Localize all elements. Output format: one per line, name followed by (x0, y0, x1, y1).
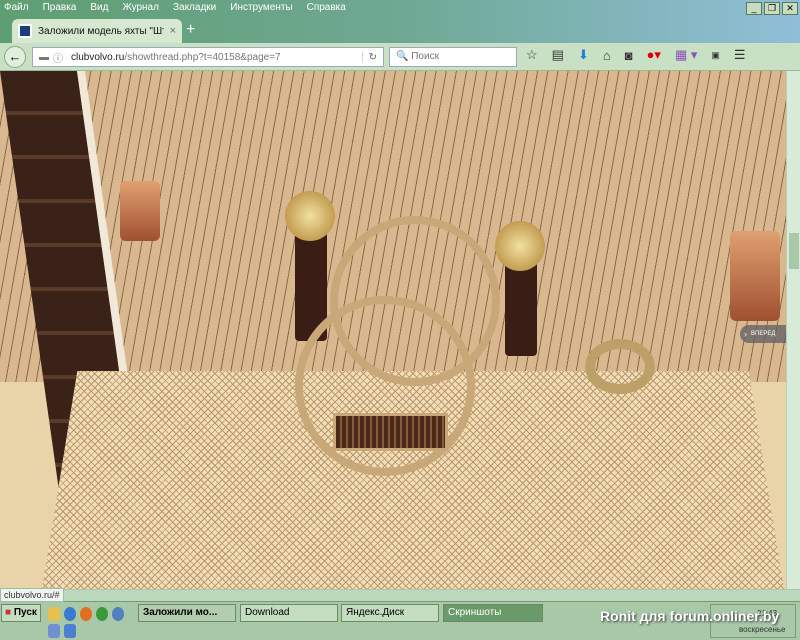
bollard-right (730, 231, 780, 321)
scrollbar-thumb[interactable] (789, 233, 799, 269)
settings-quicklaunch-icon[interactable] (64, 624, 76, 638)
bookmark-star-icon[interactable]: ☆ (526, 47, 538, 63)
tab-title: Заложили модель яхты "Шт... (38, 25, 164, 37)
reading-list-icon[interactable]: ▤ (552, 47, 564, 63)
menu-view[interactable]: Вид (90, 2, 108, 13)
tab-active[interactable]: Заложили модель яхты "Шт... × (12, 19, 182, 43)
horizontal-scrollbar[interactable] (0, 590, 800, 602)
task-screenshots[interactable]: Скриншоты (443, 604, 543, 622)
menu-help[interactable]: Справка (307, 2, 346, 13)
pocket-icon[interactable]: ◙ (625, 48, 633, 63)
forward-label: ВПЕРЕД (751, 331, 776, 337)
ie-quicklaunch-icon[interactable] (64, 607, 76, 621)
task-yandex-disk[interactable]: Яндекс.Диск (341, 604, 439, 622)
status-link: clubvolvo.ru/# (0, 588, 64, 602)
utorrent-quicklaunch-icon[interactable] (96, 607, 108, 621)
home-icon[interactable]: ⌂ (603, 48, 611, 63)
menu-tools[interactable]: Инструменты (230, 2, 292, 13)
url-bar[interactable]: ▬ ⓘ clubvolvo.ru /showthread.php?t=40158… (32, 47, 384, 67)
menu-bookmarks[interactable]: Закладки (173, 2, 216, 13)
compass-left (285, 191, 335, 241)
hatch-grate (333, 413, 448, 451)
bookmarks-folder-icon: ▬ (39, 51, 49, 63)
url-path: /showthread.php?t=40158&page=7 (124, 51, 281, 63)
menu-edit[interactable]: Правка (43, 2, 77, 13)
reload-icon[interactable]: ↻ (361, 51, 383, 63)
download-icon[interactable]: ⬇ (578, 47, 589, 63)
tab-close-icon[interactable]: × (170, 25, 176, 37)
task-firefox[interactable]: Заложили мо... (138, 604, 236, 622)
url-host: clubvolvo.ru (71, 51, 125, 63)
folder-quicklaunch-icon[interactable] (48, 607, 60, 621)
youtube-icon[interactable]: ▣ (711, 50, 720, 61)
compass-right (495, 221, 545, 271)
new-tab-button[interactable]: + (186, 21, 195, 39)
windows-logo-icon: ■ (5, 607, 12, 618)
life-ring (585, 339, 655, 394)
clock-day: воскресенье (739, 625, 786, 634)
site-favicon-icon (18, 24, 32, 38)
menu-file[interactable]: Файл (4, 2, 29, 13)
vertical-scrollbar[interactable] (786, 71, 800, 589)
menu-bar: Файл Правка Вид Журнал Закладки Инструме… (4, 2, 346, 13)
task-label: Яндекс.Диск (346, 607, 405, 618)
back-button[interactable]: ← (4, 45, 26, 68)
device-quicklaunch-icon[interactable] (48, 624, 60, 638)
menu-history[interactable]: Журнал (122, 2, 159, 13)
chevron-right-icon: › (744, 329, 747, 339)
start-label: Пуск (13, 607, 37, 618)
restore-button[interactable]: ❐ (764, 2, 780, 15)
forward-button[interactable]: › ВПЕРЕД (740, 325, 786, 343)
watermark: Ronit для forum.onliner.by (600, 608, 780, 624)
photo-ship-deck-wheel: › ВПЕРЕД (0, 71, 786, 589)
hamburger-menu-icon[interactable]: ☰ (734, 47, 746, 63)
minimize-button[interactable]: _ (746, 2, 762, 15)
task-download[interactable]: Download (240, 604, 338, 622)
app-quicklaunch-icon[interactable] (112, 607, 124, 621)
start-button[interactable]: ■ Пуск (1, 604, 41, 622)
search-input[interactable]: 🔍 Поиск (389, 47, 517, 67)
grid-addon-icon[interactable]: ▦ ▾ (675, 47, 697, 63)
info-icon[interactable]: ⓘ (51, 50, 65, 65)
firefox-quicklaunch-icon[interactable] (80, 607, 92, 621)
title-bar: Файл Правка Вид Журнал Закладки Инструме… (0, 0, 800, 43)
bollard-left (120, 181, 160, 241)
task-label: Download (245, 607, 290, 618)
task-label: Скриншоты (448, 607, 502, 618)
close-window-button[interactable]: ✕ (782, 2, 798, 15)
task-label: Заложили мо... (143, 607, 218, 618)
search-placeholder: Поиск (411, 51, 439, 62)
adblock-icon[interactable]: ●▾ (647, 47, 661, 63)
